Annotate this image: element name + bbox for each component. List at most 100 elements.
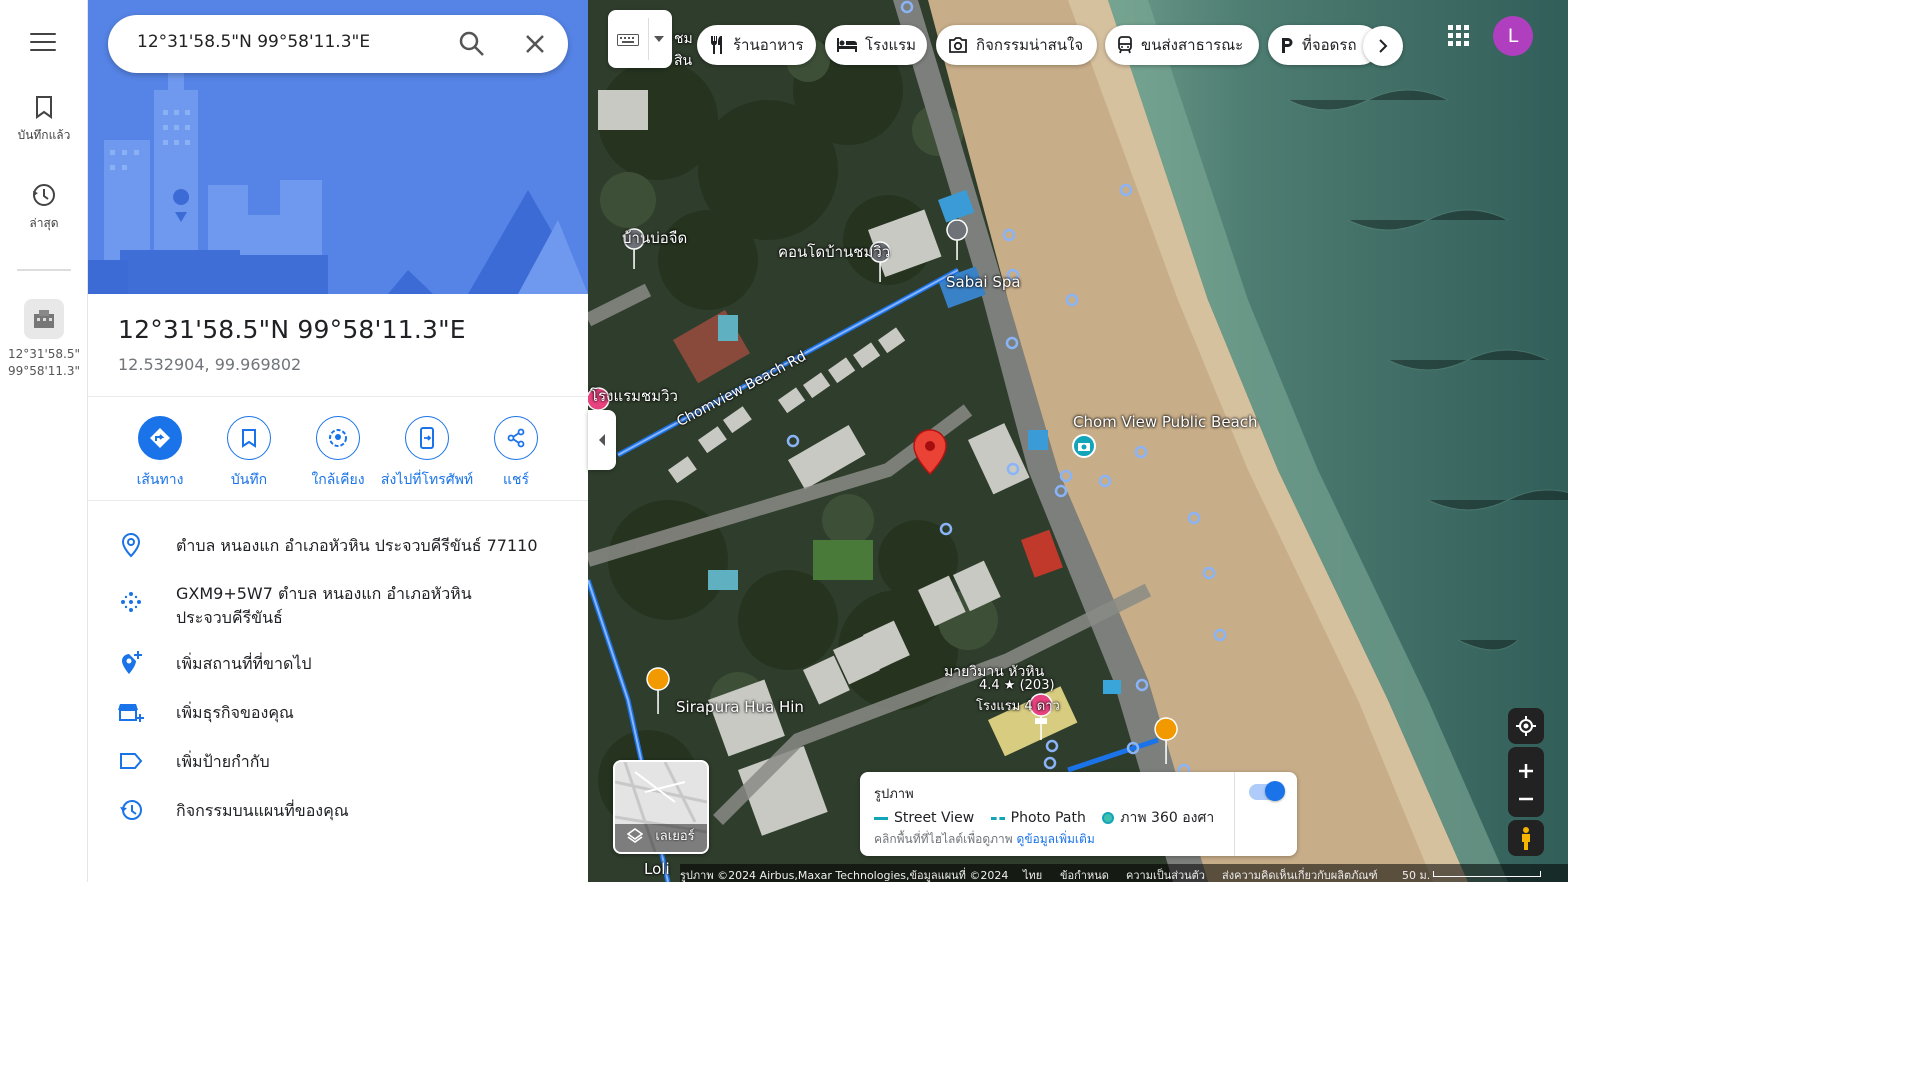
hotel-icon — [837, 38, 857, 52]
place-panel: 12°31'58.5"N 99°58'11.3"E 12°31'58.5"N 9… — [88, 0, 588, 882]
imagery-legend: รูปภาพ Street View Photo Path ภาพ 360 อง… — [860, 772, 1297, 856]
recent-place-label[interactable]: 12°31'58.5" 99°58'11.3" — [0, 346, 88, 380]
search-box[interactable]: 12°31'58.5"N 99°58'11.3"E — [108, 15, 568, 73]
map-label-maiwiman-rating: 4.4 ★ (203) — [979, 678, 1055, 693]
share-label: แชร์ — [502, 472, 530, 488]
photo-360-dot-icon — [1102, 812, 1115, 824]
feedback-link[interactable]: ส่งความคิดเห็นเกี่ยวกับผลิตภัณฑ์ — [1222, 866, 1378, 884]
legend-note-text: คลิกพื้นที่ที่ไฮไลต์เพื่อดูภาพ — [874, 832, 1013, 846]
send-to-phone-label: ส่งไปที่โทรศัพท์ — [380, 472, 474, 488]
chips-next-button[interactable] — [1363, 26, 1403, 66]
nearby-icon — [329, 429, 347, 447]
close-icon[interactable] — [522, 31, 548, 57]
directions-label: เส้นทาง — [136, 472, 184, 488]
map-label-sabai-spa[interactable]: Sabai Spa — [946, 273, 1021, 291]
add-location-icon — [122, 651, 142, 674]
share-icon — [507, 428, 525, 448]
save-button[interactable]: บันทึก — [199, 416, 299, 491]
zoom-in-icon[interactable] — [1518, 763, 1534, 779]
privacy-link[interactable]: ความเป็นส่วนตัว — [1126, 866, 1205, 884]
chevron-left-icon — [599, 434, 605, 446]
search-icon[interactable] — [458, 30, 486, 58]
add-label-text: เพิ่มป้ายกำกับ — [176, 752, 270, 771]
layers-label: เลเยอร์ — [655, 829, 695, 844]
building-icon — [34, 310, 54, 328]
send-to-phone-icon — [420, 427, 434, 449]
location-pin-icon — [121, 532, 141, 558]
layers-button[interactable]: เลเยอร์ — [613, 760, 709, 854]
apps-grid-icon[interactable] — [1446, 23, 1470, 47]
directions-button[interactable]: เส้นทาง — [110, 416, 210, 491]
chip-transit-label: ขนส่งสาธารณะ — [1141, 36, 1244, 54]
map-label-hotel-chomview[interactable]: โรงแรมชมวิว — [590, 384, 678, 408]
chip-restaurants[interactable]: ร้านอาหาร — [697, 25, 816, 65]
imagery-attribution: รูปภาพ ©2024 Airbus,Maxar Technologies,ข… — [680, 869, 1009, 882]
map-label-baan-bo-chuet[interactable]: บ้านบ่อจืด — [622, 226, 687, 250]
legend-title: รูปภาพ — [874, 787, 914, 802]
satellite-map[interactable]: บ้านบ่อจืด คอนโดบ้านชมวิว Sabai Spa โรงแ… — [588, 0, 1568, 882]
chip-hotels-label: โรงแรม — [865, 36, 917, 54]
zoom-out-icon[interactable] — [1518, 797, 1534, 801]
label-icon — [120, 753, 143, 769]
map-label-top-partial[interactable]: ชม — [674, 28, 693, 50]
map-label-condo[interactable]: คอนโดบ้านชมวิว — [778, 240, 890, 264]
action-buttons: เส้นทาง บันทึก ใกล้เคียง ส่งไปที่โทรศัพท… — [88, 416, 588, 490]
recent-place-line1: 12°31'58.5" — [7, 347, 81, 361]
zoom-controls — [1508, 747, 1544, 817]
plus-code-line2: ประจวบคีรีขันธ์ — [176, 608, 283, 627]
menu-icon[interactable] — [30, 33, 56, 55]
restaurant-icon — [711, 36, 722, 54]
rail-divider — [17, 269, 71, 271]
plus-code-icon — [121, 592, 141, 612]
scale-label[interactable]: 50 ม. — [1402, 866, 1430, 884]
map-label-top-partial-2[interactable]: สิน — [674, 50, 692, 72]
map-label-bottom-partial[interactable]: Loli — [644, 860, 670, 878]
nearby-button[interactable]: ใกล้เคียง — [288, 416, 388, 491]
plus-code-line1: GXM9+5W7 ตำบล หนองแก อำเภอหัวหิน — [176, 584, 472, 603]
directions-icon — [150, 428, 170, 448]
map-label-public-beach[interactable]: Chom View Public Beach — [1073, 413, 1258, 431]
legend-more-link[interactable]: ดูข้อมูลเพิ่มเติม — [1017, 832, 1095, 846]
map-label-maiwiman-type: โรงแรม 4 ดาว — [976, 699, 1060, 714]
pegman-button[interactable] — [1508, 820, 1544, 856]
chip-hotels[interactable]: โรงแรม — [825, 25, 927, 65]
chip-things-to-do-label: กิจกรรมน่าสนใจ — [976, 36, 1084, 54]
my-location-icon — [1516, 716, 1536, 736]
add-business-text: เพิ่มธุรกิจของคุณ — [176, 703, 294, 722]
street-view-line-icon — [874, 816, 888, 820]
divider — [88, 500, 588, 501]
input-tools-button[interactable] — [608, 10, 672, 68]
share-button[interactable]: แชร์ — [466, 416, 566, 491]
recent-place-thumbnail[interactable] — [24, 299, 64, 339]
my-location-button[interactable] — [1508, 708, 1544, 744]
divider — [88, 396, 588, 397]
add-missing-place-text: เพิ่มสถานที่ที่ขาดไป — [176, 654, 312, 673]
imagery-toggle[interactable] — [1249, 781, 1285, 801]
chip-parking-label: ที่จอดรถ — [1302, 36, 1357, 54]
collapse-panel-button[interactable] — [588, 410, 616, 470]
language-link[interactable]: ไทย — [1023, 866, 1042, 884]
saved-label: บันทึกแล้ว — [17, 128, 71, 142]
chip-transit[interactable]: ขนส่งสาธารณะ — [1105, 25, 1259, 65]
account-avatar[interactable]: L — [1493, 16, 1533, 56]
add-business-icon — [118, 704, 144, 722]
search-input[interactable]: 12°31'58.5"N 99°58'11.3"E — [137, 32, 457, 52]
place-coordinates: 12.532904, 99.969802 — [118, 355, 302, 374]
saved-button[interactable]: บันทึกแล้ว — [0, 94, 88, 145]
save-label: บันทึก — [230, 472, 268, 488]
attribution-bar: รูปภาพ ©2024 Airbus,Maxar Technologies,ข… — [680, 864, 1568, 882]
legend-items: Street View Photo Path ภาพ 360 องศา — [874, 807, 1214, 829]
send-to-phone-button[interactable]: ส่งไปที่โทรศัพท์ — [377, 416, 477, 491]
legend-street-view: Street View — [894, 810, 975, 826]
satellite-imagery — [588, 0, 1568, 882]
address-text: ตำบล หนองแก อำเภอหัวหิน ประจวบคีรีขันธ์ … — [176, 536, 538, 555]
camera-icon — [949, 37, 967, 53]
chip-things-to-do[interactable]: กิจกรรมน่าสนใจ — [936, 25, 1097, 65]
history-icon — [33, 184, 55, 206]
terms-link[interactable]: ข้อกำหนด — [1060, 866, 1109, 884]
keyboard-icon — [617, 34, 639, 46]
chevron-right-icon — [1379, 39, 1388, 53]
map-label-sirapura[interactable]: Sirapura Hua Hin — [676, 698, 804, 716]
chevron-down-icon — [654, 36, 664, 42]
recent-button[interactable]: ล่าสุด — [0, 182, 88, 233]
